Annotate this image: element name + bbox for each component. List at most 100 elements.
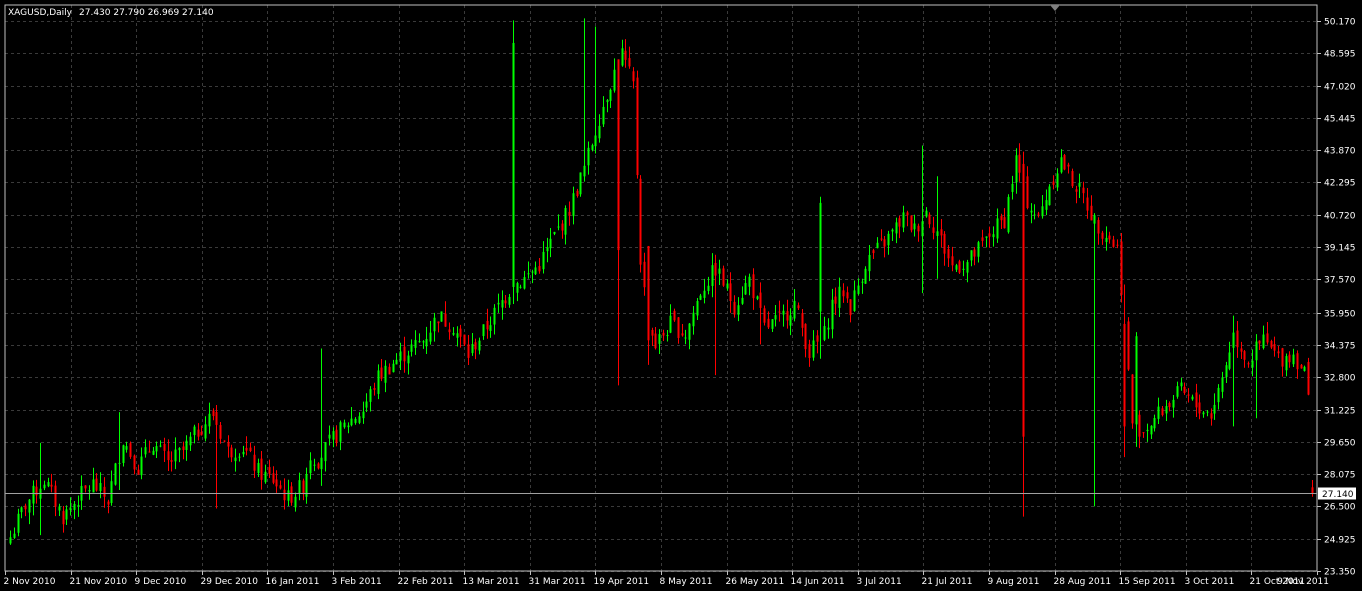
candle-body (1300, 364, 1303, 369)
candle-body (621, 48, 624, 66)
candle-body (1281, 348, 1284, 367)
candle-body (1123, 323, 1126, 427)
candle-body (425, 338, 428, 347)
candle-body (1116, 244, 1119, 246)
candle-body (249, 447, 252, 452)
candle-body (1093, 215, 1096, 224)
candle-body (1041, 206, 1044, 217)
candle-body (204, 424, 207, 439)
candle-body (1142, 432, 1145, 434)
y-tick-label: 23.350 (1324, 568, 1356, 578)
candle-body (1037, 213, 1040, 215)
candle-body (1206, 411, 1209, 413)
candle-body (28, 499, 31, 513)
x-tick-label: 26 May 2011 (726, 577, 785, 587)
x-tick-label: 2 Nov 2010 (4, 577, 56, 587)
candle-body (808, 344, 811, 358)
candle-body (523, 277, 526, 289)
candle-body (838, 286, 841, 308)
candle-body (62, 511, 65, 525)
candle-body (50, 484, 53, 487)
x-tick-label: 14 Jun 2011 (791, 577, 845, 587)
x-tick-label: 19 Apr 2011 (594, 577, 650, 587)
candle-body (789, 315, 792, 326)
y-tick-label: 39.145 (1324, 244, 1356, 254)
candle-body (1015, 155, 1018, 183)
candle-body (294, 496, 297, 508)
candle-body (268, 467, 271, 474)
candle-body (666, 335, 669, 337)
axes: 50.170 48.595 47.020 45.445 43.870 42.295 40.7… (4, 4, 1356, 587)
candle-body (726, 283, 729, 289)
candle-body (77, 504, 80, 507)
candle-body (1007, 196, 1010, 233)
candle-body (1251, 360, 1254, 368)
candle-body (981, 237, 984, 241)
candle-body (140, 456, 143, 476)
candle-body (613, 69, 616, 91)
y-tick-label: 45.445 (1324, 115, 1356, 125)
candle-body (767, 318, 770, 328)
candle-body (362, 411, 365, 419)
candle-body (1150, 425, 1153, 435)
candle-body (759, 292, 762, 308)
candle-body (99, 482, 102, 491)
candle-body (486, 320, 489, 330)
x-tick-label: 16 Jan 2011 (266, 577, 320, 587)
candle-body (684, 337, 687, 339)
candle-body (1277, 351, 1280, 354)
candle-body (1296, 353, 1299, 370)
candle-body (114, 463, 117, 485)
y-tick-label: 31.225 (1324, 407, 1356, 417)
candle-body (137, 469, 140, 475)
x-tick-label: 3 Jul 2011 (857, 577, 902, 587)
candle-body (1063, 155, 1066, 170)
ohlc-values-label: 27.430 27.790 26.969 27.140 (79, 8, 214, 18)
x-tick-label: 9 Nov 2011 (1277, 577, 1329, 587)
y-tick-label: 32.800 (1324, 374, 1356, 384)
candle-body (95, 478, 98, 491)
candle-body (572, 193, 575, 217)
candle-body (1090, 205, 1093, 221)
candle-body (332, 431, 335, 440)
candle-body (170, 460, 173, 462)
candle-body (324, 442, 327, 462)
candle-body (365, 401, 368, 408)
candle-body (32, 485, 35, 504)
candle-body (587, 147, 590, 166)
candle-body (722, 268, 725, 286)
y-tick-label: 28.075 (1324, 471, 1356, 481)
x-tick-label: 28 Aug 2011 (1054, 577, 1112, 587)
candle-body (636, 77, 639, 176)
chart-shift-marker-icon[interactable] (1050, 5, 1060, 11)
candle-body (350, 418, 353, 426)
candle-body (1075, 189, 1078, 192)
candle-body (152, 450, 155, 455)
candle-body (729, 283, 732, 302)
candle-body (906, 212, 909, 216)
candle-body (1112, 239, 1115, 247)
candle-body (681, 333, 684, 336)
candle-body (921, 221, 924, 237)
candle-body (1266, 333, 1269, 343)
candle-body (456, 333, 459, 338)
candle-body (215, 412, 218, 425)
price-chart[interactable]: 50.170 48.595 47.020 45.445 43.870 42.295 40.7… (0, 0, 1362, 591)
candle-body (1138, 414, 1141, 437)
candle-body (1153, 418, 1156, 429)
candle-body (1247, 363, 1250, 365)
candle-body (272, 473, 275, 483)
candle-body (744, 283, 747, 295)
y-tick-label: 35.950 (1324, 310, 1356, 320)
candle-body (1165, 406, 1168, 414)
candle-body (1000, 215, 1003, 221)
x-tick-label: 9 Aug 2011 (988, 577, 1040, 587)
candle-body (69, 507, 72, 510)
candle-body (279, 485, 282, 489)
chart-window[interactable]: 50.170 48.595 47.020 45.445 43.870 42.295 40.7… (0, 0, 1362, 591)
candle-body (699, 295, 702, 300)
y-tick-label: 29.650 (1324, 439, 1356, 449)
candle-body (519, 286, 522, 288)
candle-body (193, 426, 196, 436)
x-tick-label: 15 Sep 2011 (1119, 577, 1176, 587)
